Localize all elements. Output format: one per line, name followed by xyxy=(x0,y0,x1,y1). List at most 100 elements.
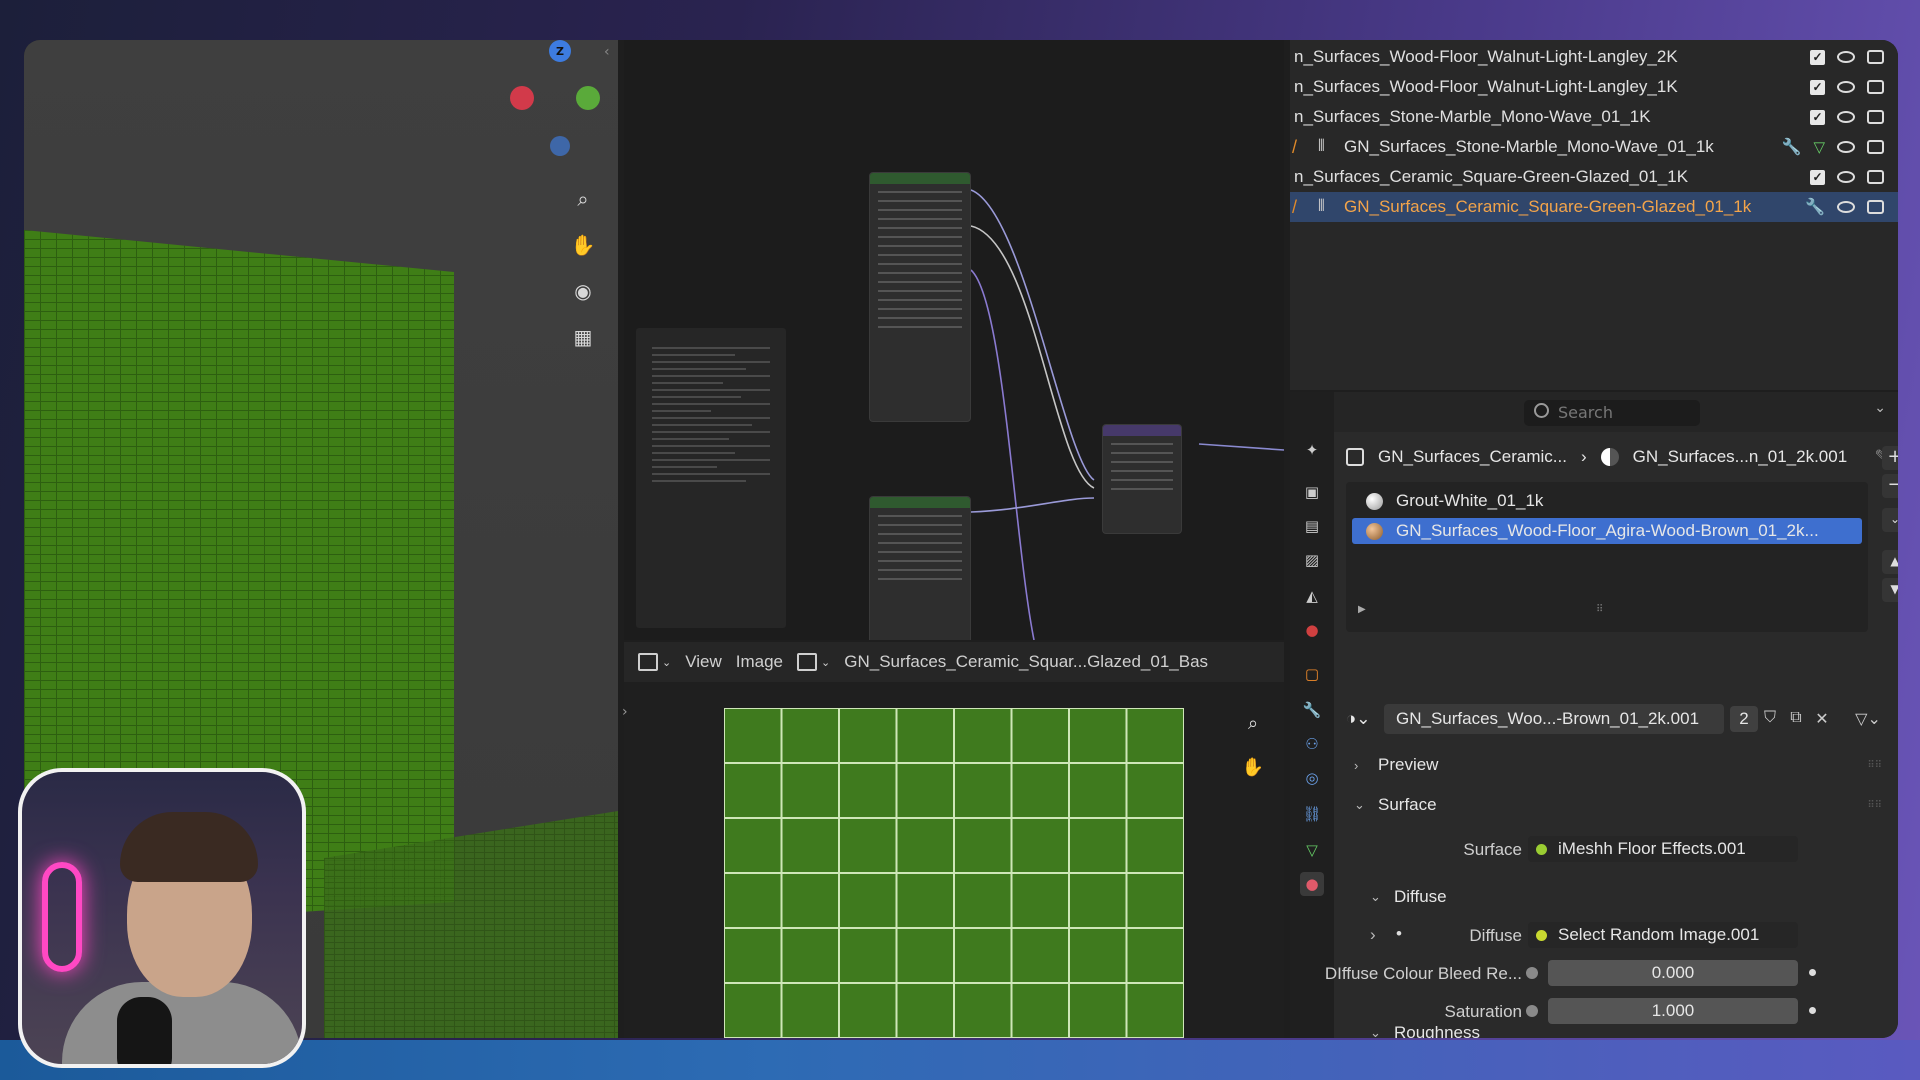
tile-uv-node-2[interactable] xyxy=(869,496,971,640)
render-tab-icon[interactable]: ▣ xyxy=(1300,480,1324,504)
material-browse-icon[interactable]: ◑⌄ xyxy=(1346,709,1371,729)
zoom-icon[interactable]: ⌕ xyxy=(1234,704,1272,742)
object-tab-icon[interactable]: ▢ xyxy=(1300,662,1324,686)
add-slot-button[interactable]: + xyxy=(1882,446,1898,470)
scene-tab-icon[interactable]: ◭ xyxy=(1300,584,1324,608)
properties-header: Search ⌄ xyxy=(1290,392,1898,432)
navigation-gizmo[interactable]: Z xyxy=(484,40,604,180)
chevron-right-icon: › xyxy=(1354,757,1359,773)
material-slot-selected[interactable]: GN_Surfaces_Wood-Floor_Agira-Wood-Brown_… xyxy=(1352,518,1862,544)
duplicate-icon[interactable]: ⧉ xyxy=(1786,709,1806,729)
checkbox-icon[interactable]: ✓ xyxy=(1810,49,1825,65)
particles-tab-icon[interactable]: ⚇ xyxy=(1300,732,1324,756)
collapse-arrow-icon[interactable]: ‹ xyxy=(604,44,610,60)
camera-view-icon[interactable]: ◉ xyxy=(564,272,602,310)
surface-panel-header[interactable]: ⌄ Surface ⠿⠿ xyxy=(1346,790,1886,820)
render-camera-icon[interactable] xyxy=(1867,170,1884,184)
view-layer-tab-icon[interactable]: ▨ xyxy=(1300,548,1324,572)
keyframe-dot-icon[interactable] xyxy=(1809,969,1816,976)
render-camera-icon[interactable] xyxy=(1867,80,1884,94)
output-tab-icon[interactable]: ▤ xyxy=(1300,514,1324,538)
filter-icon[interactable]: ▽⌄ xyxy=(1854,709,1882,729)
data-tab-icon[interactable]: ▽ xyxy=(1300,838,1324,862)
eye-icon[interactable] xyxy=(1837,51,1855,63)
panel-grip-icon[interactable]: ⠿⠿ xyxy=(1867,800,1882,811)
outliner-row[interactable]: / ⫴ GN_Surfaces_Stone-Marble_Mono-Wave_0… xyxy=(1290,132,1898,162)
modifier-tab-icon[interactable]: 🔧 xyxy=(1300,698,1324,722)
bleed-value-field[interactable]: 0.000 xyxy=(1548,960,1798,986)
diffuse-group-header[interactable]: ⌄ Diffuse xyxy=(1346,882,1886,912)
render-camera-icon[interactable] xyxy=(1867,50,1884,64)
gizmo-z-axis[interactable]: Z xyxy=(549,40,571,62)
world-tab-icon[interactable]: ● xyxy=(1300,618,1324,642)
tile-texture-image[interactable] xyxy=(724,708,1184,1038)
checkbox-icon[interactable]: ✓ xyxy=(1810,109,1825,125)
fake-user-shield-icon[interactable]: ⛉ xyxy=(1760,709,1780,729)
render-camera-icon[interactable] xyxy=(1867,200,1884,214)
expand-arrow-icon[interactable]: › xyxy=(622,704,628,720)
eye-icon[interactable] xyxy=(1837,201,1855,213)
material-slots-list[interactable]: Grout-White_01_1k GN_Surfaces_Wood-Floor… xyxy=(1346,482,1868,632)
pan-hand-icon[interactable]: ✋ xyxy=(564,226,602,264)
panel-grip-icon[interactable]: ⠿⠿ xyxy=(1867,760,1882,771)
image-editor[interactable]: ⌄ View Image ⌄ GN_Surfaces_Ceramic_Squar… xyxy=(622,642,1284,1038)
material-name-field[interactable]: GN_Surfaces_Woo...-Brown_01_2k.001 xyxy=(1384,704,1724,734)
eye-icon[interactable] xyxy=(1837,171,1855,183)
slot-menu-button[interactable]: ⌄ xyxy=(1882,508,1898,532)
checkbox-icon[interactable]: ✓ xyxy=(1810,169,1825,185)
chevron-down-icon[interactable]: ⌄ xyxy=(1874,400,1886,416)
mesh-data-icon[interactable]: ▽ xyxy=(1813,138,1825,156)
material-users-count[interactable]: 2 xyxy=(1730,706,1758,732)
move-up-button[interactable]: ▲ xyxy=(1882,550,1898,574)
remove-slot-button[interactable]: − xyxy=(1882,474,1898,498)
mix-node[interactable] xyxy=(1102,424,1182,534)
constraints-tab-icon[interactable]: ⛓ xyxy=(1300,802,1324,826)
properties-editor[interactable]: Search ⌄ ✦ ▣ ▤ ▨ ◭ ● ▢ 🔧 ⚇ ◎ ⛓ ▽ ● GN_Su… xyxy=(1290,392,1898,1038)
move-down-button[interactable]: ▼ xyxy=(1882,578,1898,602)
physics-tab-icon[interactable]: ◎ xyxy=(1300,766,1324,790)
modifier-wrench-icon[interactable]: 🔧 xyxy=(1782,137,1802,157)
material-slot[interactable]: Grout-White_01_1k xyxy=(1352,488,1862,514)
outliner[interactable]: n_Surfaces_Wood-Floor_Walnut-Light-Langl… xyxy=(1290,40,1898,390)
gizmo-neg-z[interactable] xyxy=(550,136,570,156)
keyframe-dot-icon[interactable] xyxy=(1809,1007,1816,1014)
outliner-row[interactable]: n_Surfaces_Ceramic_Square-Green-Glazed_0… xyxy=(1290,162,1898,192)
expand-triangle-icon[interactable]: ▶ xyxy=(1358,604,1366,615)
eye-icon[interactable] xyxy=(1837,141,1855,153)
render-camera-icon[interactable] xyxy=(1867,140,1884,154)
image-name-field[interactable]: GN_Surfaces_Ceramic_Squar...Glazed_01_Ba… xyxy=(844,652,1208,672)
material-tab-icon[interactable]: ● xyxy=(1300,872,1324,896)
close-icon[interactable]: ✕ xyxy=(1812,709,1832,729)
modifier-wrench-icon[interactable]: 🔧 xyxy=(1805,197,1825,217)
gizmo-x-axis[interactable] xyxy=(510,86,534,110)
search-field[interactable]: Search xyxy=(1524,400,1700,426)
chevron-right-icon[interactable]: › xyxy=(1370,925,1376,945)
outliner-row-selected[interactable]: / ⫴ GN_Surfaces_Ceramic_Square-Green-Gla… xyxy=(1290,192,1898,222)
chevron-down-icon: ⌄ xyxy=(1370,889,1381,904)
eye-icon[interactable] xyxy=(1837,111,1855,123)
view-menu[interactable]: View xyxy=(685,652,722,672)
eye-icon[interactable] xyxy=(1837,81,1855,93)
gizmo-y-axis[interactable] xyxy=(576,86,600,110)
surface-shader-field[interactable]: iMeshh Floor Effects.001 xyxy=(1528,836,1798,862)
image-browse-button[interactable]: ⌄ xyxy=(797,653,830,671)
checkbox-icon[interactable]: ✓ xyxy=(1810,79,1825,95)
tile-uv-node-1[interactable] xyxy=(869,172,971,422)
roughness-group-header[interactable]: ⌄ Roughness xyxy=(1346,1018,1886,1038)
pan-hand-icon[interactable]: ✋ xyxy=(1234,748,1272,786)
preview-panel-header[interactable]: › Preview ⠿⠿ xyxy=(1346,750,1886,780)
node-frame-notes[interactable] xyxy=(636,328,786,628)
tool-tab-icon[interactable]: ✦ xyxy=(1300,438,1324,462)
ortho-grid-icon[interactable]: ▦ xyxy=(564,318,602,356)
image-menu[interactable]: Image xyxy=(736,652,783,672)
editor-type-button[interactable]: ⌄ xyxy=(638,653,671,671)
outliner-row[interactable]: n_Surfaces_Wood-Floor_Walnut-Light-Langl… xyxy=(1290,72,1898,102)
diffuse-input-field[interactable]: Select Random Image.001 xyxy=(1528,922,1798,948)
shader-node-editor[interactable] xyxy=(624,40,1284,640)
outliner-row[interactable]: n_Surfaces_Wood-Floor_Walnut-Light-Langl… xyxy=(1290,42,1898,72)
outliner-row[interactable]: n_Surfaces_Stone-Marble_Mono-Wave_01_1K … xyxy=(1290,102,1898,132)
material-icon xyxy=(1600,448,1619,466)
render-camera-icon[interactable] xyxy=(1867,110,1884,124)
zoom-icon[interactable]: ⌕ xyxy=(564,180,602,218)
resize-grip-icon[interactable]: ⠿ xyxy=(1596,604,1603,615)
